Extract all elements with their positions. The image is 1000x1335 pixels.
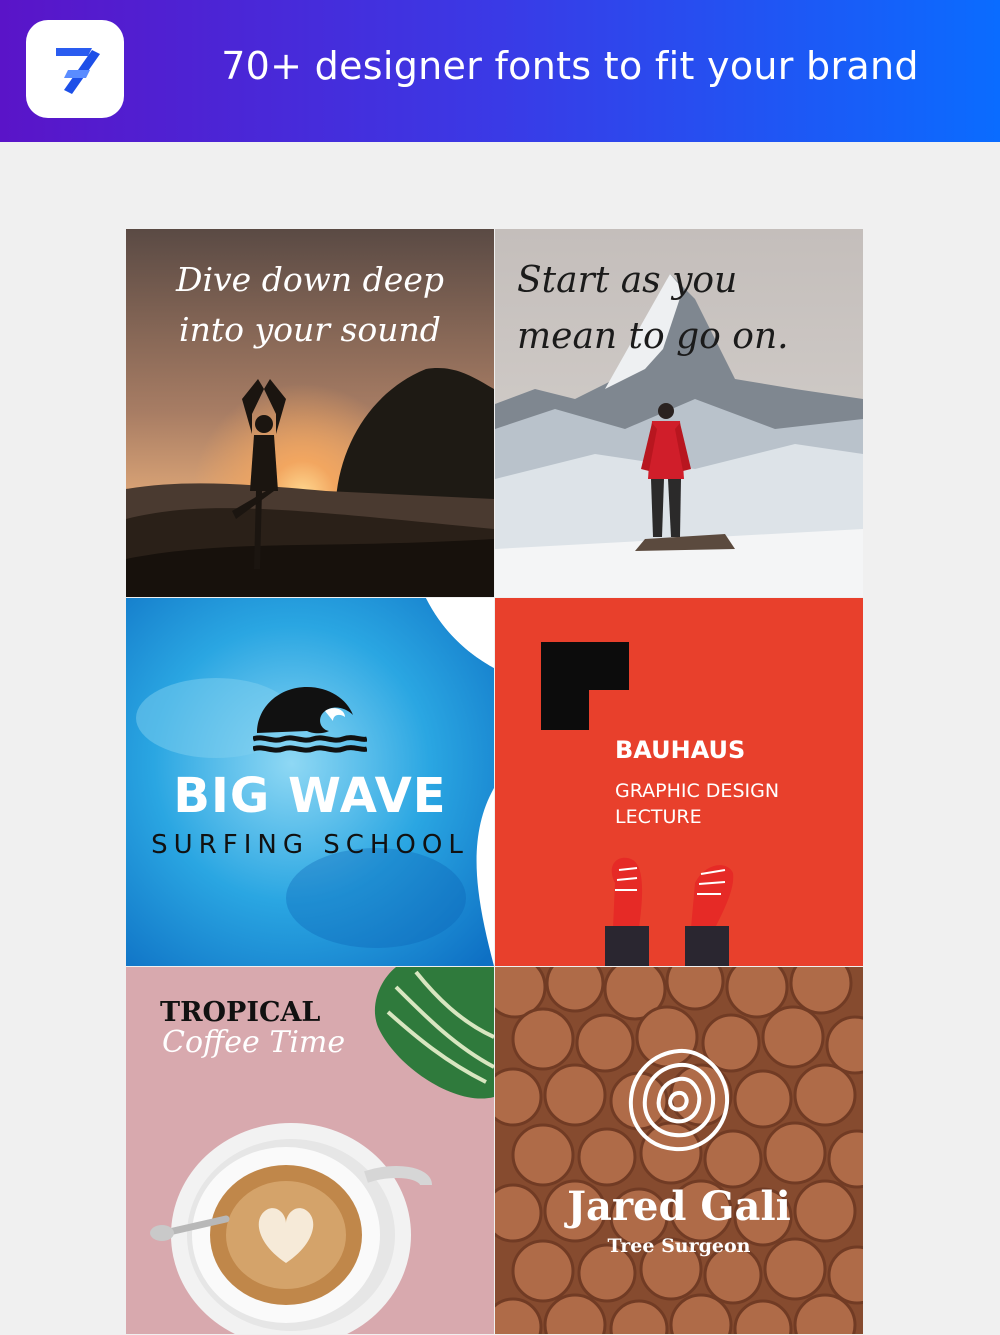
- app-logo-icon[interactable]: [26, 20, 124, 118]
- tree-rings-logo-icon: [628, 1048, 730, 1152]
- template-tropical-coffee[interactable]: TROPICAL Coffee Time: [126, 967, 494, 1335]
- header-title: 70+ designer fonts to fit your brand: [221, 44, 919, 88]
- template-bauhaus[interactable]: BAUHAUS GRAPHIC DESIGN LECTURE: [495, 598, 863, 966]
- wood-subtitle: Tree Surgeon: [607, 1235, 751, 1257]
- bauhaus-subtitle: GRAPHIC DESIGN LECTURE: [615, 778, 779, 830]
- template-tree-surgeon[interactable]: Jared Gali Tree Surgeon: [495, 967, 863, 1335]
- wood-title: Jared Gali: [567, 1183, 791, 1230]
- bauhaus-line2: LECTURE: [615, 806, 702, 828]
- yoga-line2: into your sound: [179, 310, 441, 349]
- coffee-subtitle: Coffee Time: [162, 1025, 346, 1060]
- wave-logo-icon: [253, 687, 367, 753]
- yoga-text: Dive down deep into your sound: [126, 255, 494, 355]
- template-yoga[interactable]: Dive down deep into your sound: [126, 229, 494, 597]
- yoga-line1: Dive down deep: [176, 260, 444, 299]
- bauhaus-line1: GRAPHIC DESIGN: [615, 780, 780, 802]
- header-banner: 70+ designer fonts to fit your brand: [0, 0, 1000, 142]
- template-grid: Dive down deep into your sound Start as …: [126, 229, 863, 1334]
- mountain-text: Start as you mean to go on.: [517, 253, 857, 365]
- wave-title: BIG WAVE: [173, 768, 447, 824]
- wave-subtitle: SURFING SCHOOL: [151, 830, 469, 860]
- coffee-title: TROPICAL: [160, 997, 321, 1028]
- template-mountain[interactable]: Start as you mean to go on.: [495, 229, 863, 597]
- mountain-line1: Start as you: [517, 260, 738, 301]
- bauhaus-title: BAUHAUS: [615, 736, 746, 764]
- mountain-line2: mean to go on.: [517, 316, 789, 357]
- template-big-wave[interactable]: BIG WAVE SURFING SCHOOL: [126, 598, 494, 966]
